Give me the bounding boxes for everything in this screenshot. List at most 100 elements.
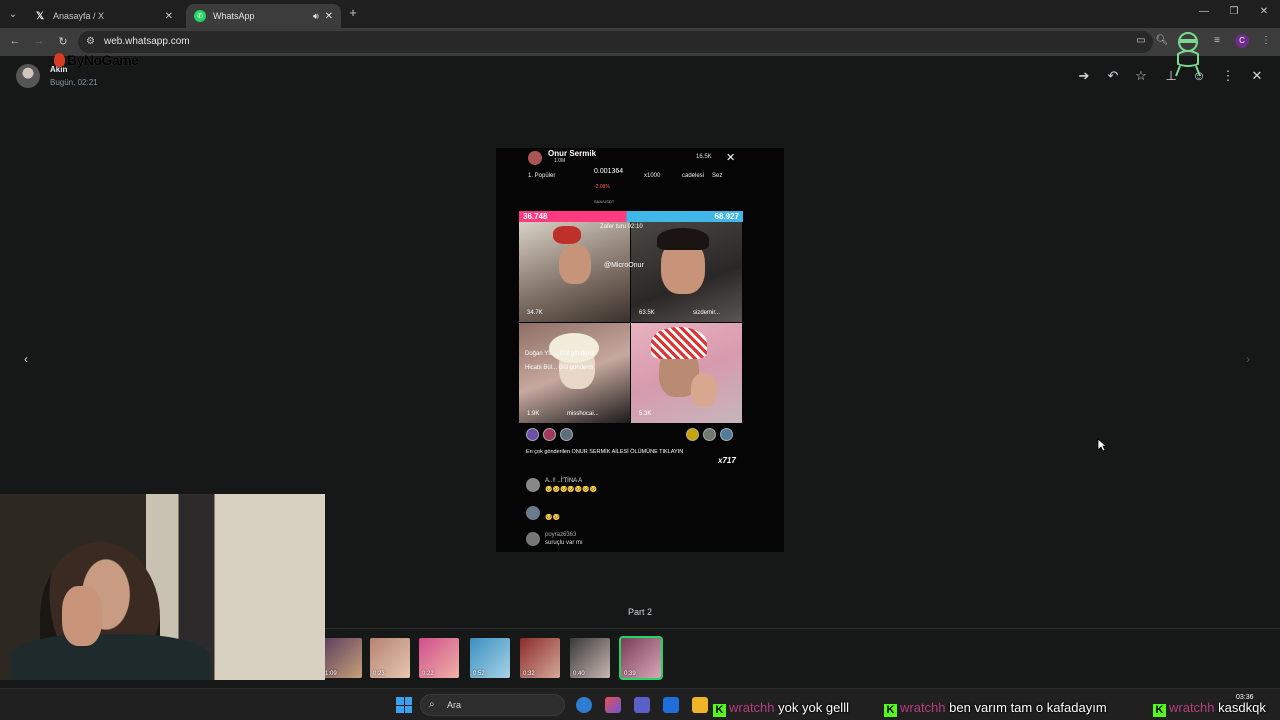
score-left: 36.748 [523, 212, 548, 221]
cell-score: 1.9K [527, 411, 540, 417]
reply-icon[interactable]: ↶ [1105, 68, 1121, 84]
cell-score: 5.3K [639, 411, 652, 417]
tab-search-icon[interactable]: ⌄ [4, 5, 22, 23]
thumb-duration: 0:32 [523, 671, 535, 677]
x-logo-icon: 𝕏 [35, 10, 45, 22]
media-thumbnail[interactable]: 0:32 [520, 638, 560, 678]
star-icon[interactable]: ☆ [1133, 68, 1149, 84]
tab-x[interactable]: 𝕏 Anasayfa / X ✕ [26, 4, 181, 28]
webcam-hand [62, 586, 102, 646]
media-thumbnail[interactable]: 0:40 [570, 638, 610, 678]
media-control-icon[interactable]: ≡ [1210, 35, 1224, 46]
overlay-brand-logo: ByNoGame [54, 52, 139, 68]
screen: ⌄ 𝕏 Anasayfa / X ✕ ✆ WhatsApp 🔊︎ ✕ + — ❐… [0, 0, 1280, 720]
media-thumbnail[interactable]: 0:22 [419, 638, 459, 678]
whatsapp-icon: ✆ [194, 10, 206, 22]
previous-media-icon[interactable]: ‹ [24, 352, 28, 366]
cell-name: sizdemir... [693, 310, 721, 316]
commenter-avatar [526, 532, 540, 546]
windows-start-icon[interactable] [396, 697, 412, 713]
gift-icon [560, 428, 573, 441]
forward-icon[interactable]: → [32, 35, 46, 47]
hair [549, 333, 599, 363]
cell-score: 63.5K [639, 310, 655, 316]
store-icon[interactable] [663, 697, 679, 713]
streamer-name: Onur Sermik [548, 149, 597, 158]
chat-user: wratchh [729, 700, 775, 715]
minimize-icon[interactable]: — [1197, 6, 1211, 17]
reload-icon[interactable]: ↻ [56, 35, 70, 48]
forward-icon[interactable]: ➔ [1076, 68, 1092, 84]
window-close-icon[interactable]: ✕ [1257, 6, 1271, 17]
media-thumbnail[interactable]: 0:52 [470, 638, 510, 678]
commenter-avatar [526, 506, 540, 520]
url-text[interactable]: web.whatsapp.com [104, 36, 190, 47]
kick-logo-icon: K [884, 704, 897, 717]
gift-line: Doğan YIL... Gül gönderdi [525, 351, 595, 357]
taskbar-search[interactable]: ⌕ Ara [420, 694, 565, 716]
new-tab-button[interactable]: + [346, 6, 360, 20]
address-bar[interactable]: ⚙ web.whatsapp.com [78, 31, 1153, 53]
close-tab-icon[interactable]: ✕ [325, 11, 333, 22]
back-icon[interactable]: ← [8, 35, 22, 47]
chat-message: Kwratchh kasdkqk [1153, 700, 1266, 717]
media-viewer-header: Akın Bugün, 02:21 ➔ ↶ ☆ ⊥ ☺ ⋮ ✕ [0, 56, 1280, 96]
live-close-icon: ✕ [726, 152, 736, 164]
gift-icon [543, 428, 556, 441]
flame-icon [54, 53, 65, 67]
search-placeholder: Ara [447, 700, 462, 710]
folder-icon[interactable] [692, 697, 708, 713]
kick-logo-icon: K [1153, 704, 1166, 717]
viewer-count: 16.5K [696, 154, 712, 160]
profile-avatar[interactable]: C [1235, 34, 1249, 48]
gift-bar [526, 428, 756, 442]
tab-whatsapp[interactable]: ✆ WhatsApp 🔊︎ ✕ [186, 4, 341, 28]
tab-title: WhatsApp [213, 11, 255, 21]
score-right: 68.927 [714, 212, 739, 221]
battle-timer: Zafer turu 02:10 [600, 224, 643, 230]
comment-text: suruçlu var mı [545, 540, 583, 546]
cast-icon[interactable]: ▭ [1134, 35, 1148, 46]
speaker-icon[interactable]: 🔊︎ [313, 11, 319, 22]
gift-icon [526, 428, 539, 441]
streamer-avatar [528, 151, 542, 165]
comment-user: poyraz6363 [545, 532, 577, 538]
teams-icon[interactable] [634, 697, 650, 713]
chat-user: wratchh [1169, 700, 1215, 715]
zoom-icon[interactable]: 🔍︎ [1155, 35, 1169, 46]
battle-score-bar: 36.748 68.927 [519, 211, 743, 222]
app-icon[interactable] [605, 697, 621, 713]
more-options-icon[interactable]: ⋮ [1220, 68, 1236, 84]
thumb-duration: 0:22 [422, 671, 434, 677]
battle-cell-4: 5.3K [631, 323, 742, 423]
media-video[interactable]: Onur Sermik 1.0M 16.5K ✕ 1. Popüler 0.00… [496, 148, 784, 552]
chip-right: cadelesi [682, 173, 705, 179]
next-media-icon[interactable]: › [1246, 352, 1250, 366]
commenter-avatar [526, 478, 540, 492]
comment-text: 🥺🥺 [545, 515, 560, 521]
micro-tag: @MicroOnur [604, 262, 644, 269]
close-viewer-icon[interactable]: ✕ [1249, 68, 1265, 84]
waving-hand [691, 373, 717, 407]
media-thumbnail-selected[interactable]: 0:39 [619, 636, 663, 680]
multiplier-chip: x1000 [644, 173, 661, 179]
brand-text: ByNoGame [67, 52, 139, 68]
stream-chat-overlay: Kwratchh yok yok gelll Kwratchh ben varı… [713, 698, 1280, 720]
battle-cell-3: Doğan YIL... Gül gönderdi Hicabi Bül... … [519, 323, 630, 423]
promo-multiplier: x717 [718, 456, 736, 465]
media-thumbnail[interactable]: 1:09 [322, 638, 362, 678]
rank-chip: 1. Popüler [528, 173, 556, 179]
app-icon[interactable] [576, 697, 592, 713]
chrome-menu-icon[interactable]: ⋮ [1259, 35, 1273, 46]
close-tab-icon[interactable]: ✕ [165, 11, 173, 22]
mascot-overlay-icon [1175, 32, 1201, 77]
restore-icon[interactable]: ❐ [1227, 6, 1241, 17]
streamer-likes: 1.0M [554, 158, 566, 164]
cell-score: 34.7K [527, 310, 543, 316]
thumb-duration: 0:40 [573, 671, 585, 677]
gift-icon [703, 428, 716, 441]
media-thumbnail[interactable]: 0:23 [370, 638, 410, 678]
site-info-icon[interactable]: ⚙ [86, 36, 95, 47]
sender-avatar[interactable] [16, 64, 40, 88]
comment-user: A..!! ..İ'TİNA A [545, 478, 583, 484]
